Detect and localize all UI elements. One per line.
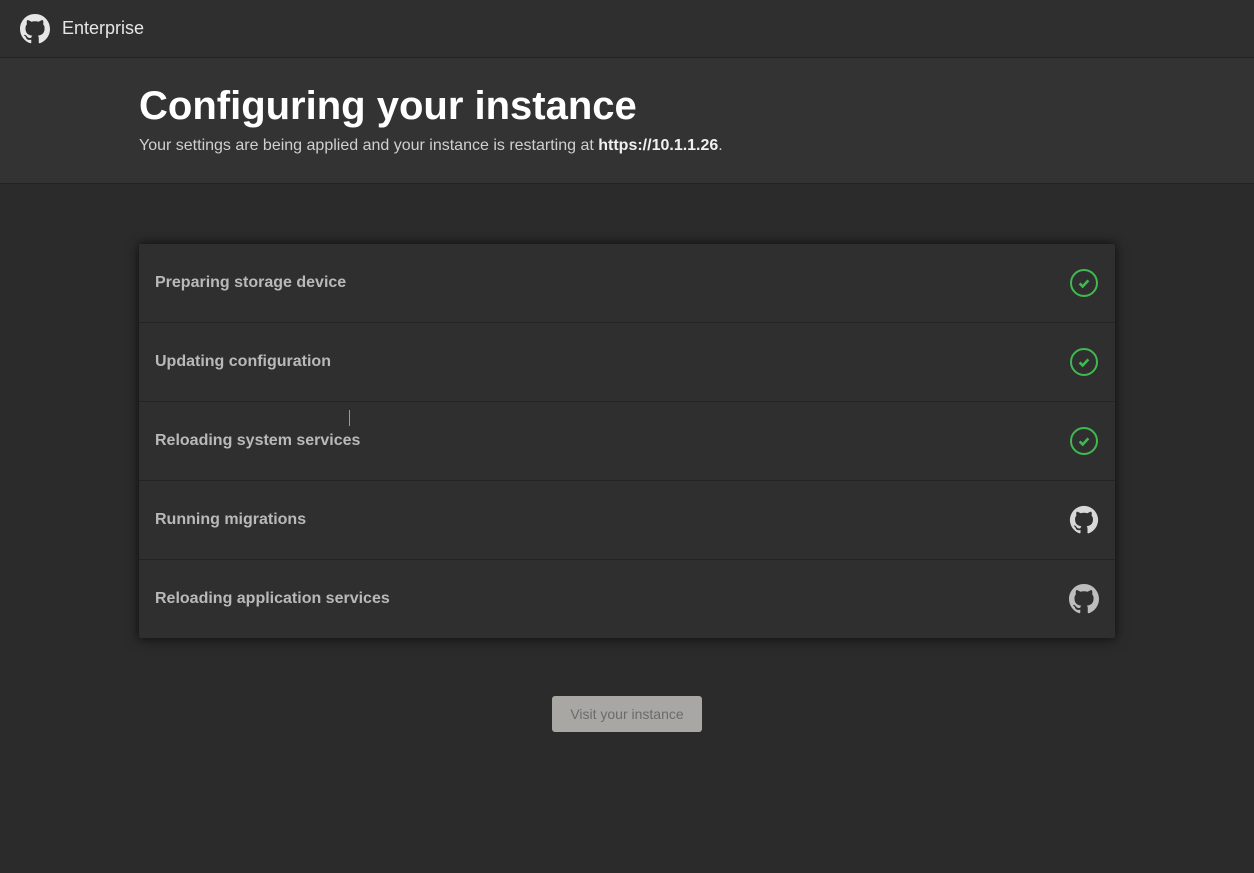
step-label: Running migrations bbox=[155, 511, 306, 529]
step-row-preparing-storage: Preparing storage device bbox=[139, 244, 1115, 322]
cta-container: Visit your instance bbox=[139, 696, 1115, 732]
page-header: Configuring your instance Your settings … bbox=[0, 58, 1254, 184]
subtitle-text-suffix: . bbox=[718, 137, 722, 154]
brand-text: Enterprise bbox=[62, 18, 144, 39]
subtitle-url: https://10.1.1.26 bbox=[598, 137, 718, 154]
check-circle-icon bbox=[1069, 426, 1099, 456]
step-label: Reloading application services bbox=[155, 590, 390, 608]
subtitle-text-prefix: Your settings are being applied and your… bbox=[139, 137, 598, 154]
main-content: Preparing storage device Updating config… bbox=[139, 244, 1115, 732]
check-circle-icon bbox=[1069, 347, 1099, 377]
brand-logo[interactable]: Enterprise bbox=[20, 14, 144, 44]
github-mark-icon bbox=[20, 14, 50, 44]
step-label: Updating configuration bbox=[155, 353, 331, 371]
step-label: Preparing storage device bbox=[155, 274, 346, 292]
step-row-running-migrations: Running migrations bbox=[139, 480, 1115, 559]
top-bar: Enterprise bbox=[0, 0, 1254, 58]
step-row-reloading-application-services: Reloading application services bbox=[139, 559, 1115, 638]
check-circle-icon bbox=[1069, 268, 1099, 298]
step-row-updating-configuration: Updating configuration bbox=[139, 322, 1115, 401]
github-mark-icon bbox=[1069, 584, 1099, 614]
visit-instance-button[interactable]: Visit your instance bbox=[552, 696, 701, 732]
page-subtitle: Your settings are being applied and your… bbox=[139, 137, 1115, 155]
step-row-reloading-system-services: Reloading system services bbox=[139, 401, 1115, 480]
page-title: Configuring your instance bbox=[139, 84, 1115, 129]
step-list: Preparing storage device Updating config… bbox=[139, 244, 1115, 638]
step-label: Reloading system services bbox=[155, 432, 360, 450]
github-invertocat-icon bbox=[1069, 505, 1099, 535]
text-cursor-icon bbox=[349, 410, 350, 426]
